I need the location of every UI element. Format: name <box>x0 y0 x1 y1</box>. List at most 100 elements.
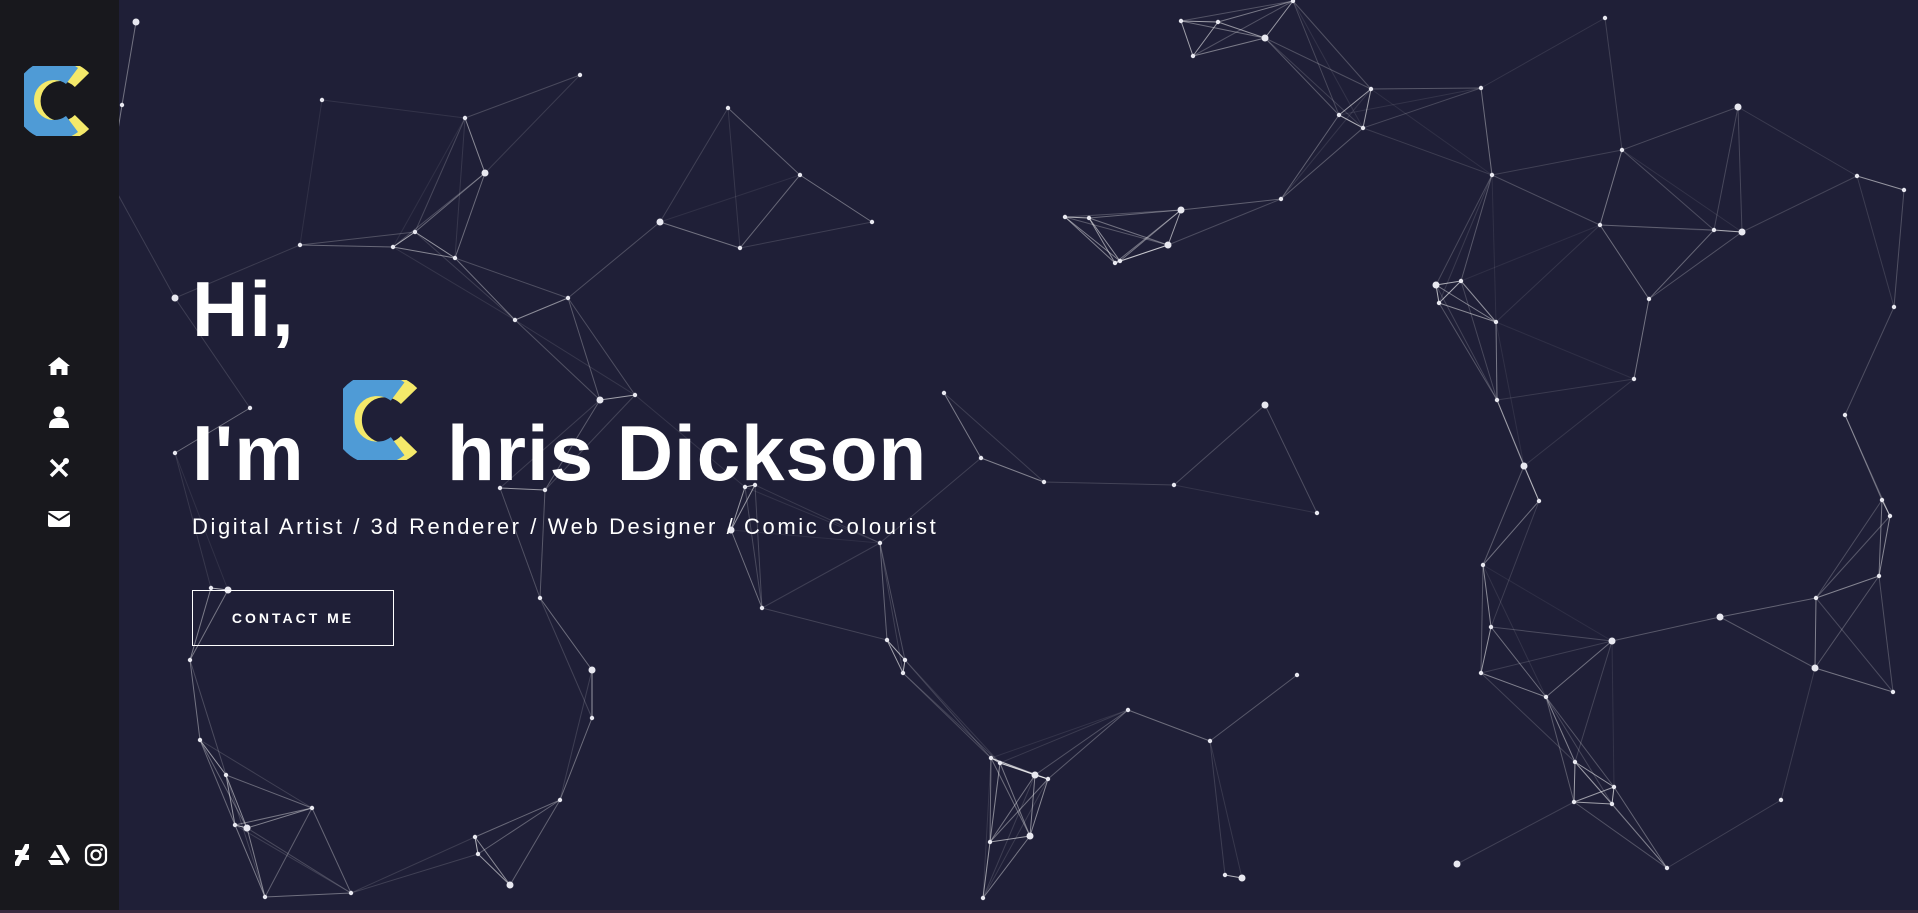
network-node <box>759 605 765 611</box>
network-edge <box>1292 0 1340 116</box>
network-edge <box>1047 709 1129 780</box>
network-node <box>1488 624 1494 630</box>
network-edge <box>477 799 561 855</box>
nav-contact[interactable] <box>0 493 119 544</box>
network-node <box>1608 637 1616 645</box>
network-edge <box>1621 149 1743 233</box>
nav-home[interactable] <box>0 340 119 391</box>
network-node <box>1480 562 1486 568</box>
network-edge <box>264 892 352 898</box>
network-edge <box>1814 597 1817 669</box>
network-node <box>1368 86 1374 92</box>
deviantart-link[interactable] <box>10 843 34 867</box>
network-edge <box>1490 626 1613 642</box>
network-edge <box>454 117 466 259</box>
network-node <box>1842 412 1848 418</box>
network-node <box>1314 510 1320 516</box>
network-edge <box>264 807 313 898</box>
deviantart-icon <box>15 844 29 866</box>
network-node <box>506 881 514 889</box>
network-edge <box>1621 106 1739 151</box>
network-edge <box>1209 740 1243 879</box>
network-edge <box>1280 88 1372 200</box>
network-edge <box>1611 640 1615 788</box>
network-edge <box>299 244 394 248</box>
network-edge <box>199 739 227 776</box>
network-edge <box>904 659 1001 764</box>
network-node <box>884 637 890 643</box>
network-node <box>452 255 458 261</box>
network-edge <box>1856 175 1905 191</box>
network-edge <box>1292 0 1364 129</box>
network-edge <box>1209 674 1298 742</box>
network-edge <box>109 179 176 299</box>
nav-skills[interactable] <box>0 442 119 493</box>
network-edge <box>902 672 992 759</box>
network-edge <box>1438 174 1493 304</box>
network-node <box>900 670 906 676</box>
network-node <box>1261 401 1269 409</box>
network-edge <box>739 221 873 249</box>
network-node <box>512 317 518 323</box>
network-edge <box>1719 597 1817 618</box>
artstation-link[interactable] <box>47 843 71 867</box>
network-node <box>1543 694 1549 700</box>
network-edge <box>1480 87 1493 176</box>
network-edge <box>1292 0 1372 90</box>
instagram-link[interactable] <box>84 843 108 867</box>
network-node <box>980 895 986 901</box>
contact-me-button[interactable]: CONTACT ME <box>192 590 394 646</box>
network-edge <box>1613 786 1668 869</box>
network-edge <box>1491 174 1601 226</box>
network-edge <box>1456 801 1575 865</box>
network-node <box>1031 771 1039 779</box>
c-logo[interactable] <box>24 66 96 136</box>
network-edge <box>1741 175 1858 233</box>
network-node <box>132 18 140 26</box>
network-edge <box>799 174 873 223</box>
network-edge <box>199 739 248 829</box>
network-node <box>1360 125 1366 131</box>
network-node <box>1026 832 1034 840</box>
network-edge <box>225 774 248 829</box>
network-node <box>1178 18 1184 24</box>
network-edge <box>990 757 1036 776</box>
network-edge <box>1523 378 1635 467</box>
network-node <box>1572 759 1578 765</box>
sidebar <box>0 0 119 913</box>
network-node <box>588 666 596 674</box>
network-edge <box>1180 20 1194 57</box>
network-edge <box>246 827 352 894</box>
network-edge <box>1264 0 1294 39</box>
network-edge <box>1737 106 1743 233</box>
network-edge <box>1573 801 1613 805</box>
network-edge <box>225 774 313 809</box>
network-edge <box>1573 761 1576 803</box>
nav-about[interactable] <box>0 391 119 442</box>
social-links <box>10 843 110 871</box>
network-node <box>243 824 251 832</box>
network-edge <box>454 257 569 299</box>
network-edge <box>1264 37 1340 116</box>
network-node <box>172 450 178 456</box>
network-edge <box>1280 114 1340 200</box>
network-edge <box>1545 696 1615 788</box>
network-node <box>1602 15 1608 21</box>
network-edge <box>659 107 729 223</box>
network-node <box>262 894 268 900</box>
network-node <box>978 455 984 461</box>
network-edge <box>1621 149 1715 231</box>
network-node <box>1891 304 1897 310</box>
network-edge <box>1482 465 1525 566</box>
network-edge <box>1482 500 1540 566</box>
c-logo-inline <box>343 380 418 460</box>
network-edge <box>659 174 801 223</box>
network-node <box>987 839 993 845</box>
network-node <box>1611 784 1617 790</box>
network-node <box>1294 672 1300 678</box>
network-edge <box>464 74 581 119</box>
network-edge <box>189 659 227 776</box>
network-node <box>309 805 315 811</box>
network-node <box>797 172 803 178</box>
network-node <box>997 760 1003 766</box>
